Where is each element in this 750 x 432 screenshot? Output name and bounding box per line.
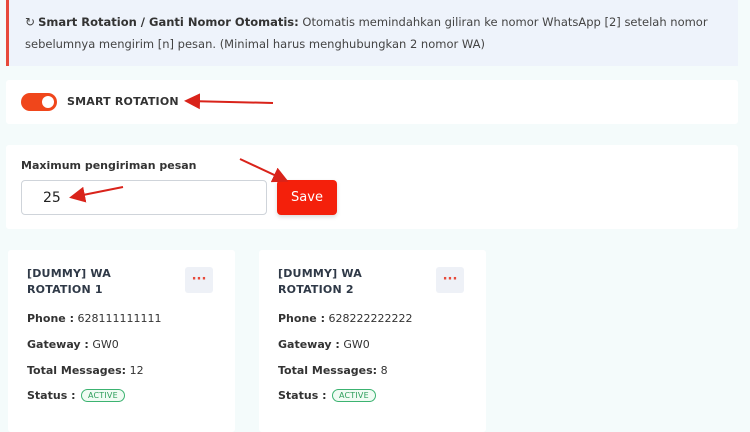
- more-options-button[interactable]: ···: [436, 267, 464, 293]
- save-button[interactable]: Save: [277, 180, 337, 215]
- more-options-button[interactable]: ···: [185, 267, 213, 293]
- status-label: Status :: [278, 389, 327, 402]
- messages-value: 8: [377, 364, 388, 377]
- status-row: Status : ACTIVE: [27, 389, 125, 402]
- phone-value: 628111111111: [73, 312, 162, 325]
- smart-rotation-card: SMART ROTATION: [6, 80, 738, 124]
- gateway-label: Gateway :: [27, 338, 89, 351]
- wa-rotation-card-2: [DUMMY] WA ROTATION 2 ··· Phone : 628222…: [259, 250, 486, 432]
- messages-row: Total Messages: 8: [278, 364, 388, 377]
- max-sending-card: Maximum pengiriman pesan Save: [6, 145, 738, 229]
- status-label: Status :: [27, 389, 76, 402]
- wa-rotation-card-1: [DUMMY] WA ROTATION 1 ··· Phone : 628111…: [8, 250, 235, 432]
- gateway-row: Gateway : GW0: [278, 338, 370, 351]
- max-sending-label: Maximum pengiriman pesan: [21, 159, 197, 172]
- rotate-icon: ↻: [25, 15, 36, 29]
- phone-label: Phone :: [27, 312, 74, 325]
- status-row: Status : ACTIVE: [278, 389, 376, 402]
- messages-label: Total Messages:: [27, 364, 127, 377]
- info-title: Smart Rotation / Ganti Nomor Otomatis:: [38, 15, 299, 29]
- phone-value: 628222222222: [324, 312, 413, 325]
- gateway-value: GW0: [88, 338, 119, 351]
- wa-card-title: [DUMMY] WA ROTATION 2: [278, 267, 362, 296]
- status-badge: ACTIVE: [331, 389, 376, 402]
- toggle-knob: [42, 96, 54, 108]
- gateway-label: Gateway :: [278, 338, 340, 351]
- wa-card-title: [DUMMY] WA ROTATION 1: [27, 267, 111, 296]
- status-badge: ACTIVE: [80, 389, 125, 402]
- messages-value: 12: [126, 364, 144, 377]
- smart-rotation-label: SMART ROTATION: [67, 95, 179, 108]
- messages-row: Total Messages: 12: [27, 364, 144, 377]
- info-alert: ↻ Smart Rotation / Ganti Nomor Otomatis: …: [6, 0, 738, 66]
- smart-rotation-toggle[interactable]: [21, 93, 57, 111]
- phone-row: Phone : 628222222222: [278, 312, 412, 325]
- max-sending-input[interactable]: [21, 180, 267, 215]
- messages-label: Total Messages:: [278, 364, 378, 377]
- gateway-row: Gateway : GW0: [27, 338, 119, 351]
- gateway-value: GW0: [339, 338, 370, 351]
- phone-label: Phone :: [278, 312, 325, 325]
- phone-row: Phone : 628111111111: [27, 312, 161, 325]
